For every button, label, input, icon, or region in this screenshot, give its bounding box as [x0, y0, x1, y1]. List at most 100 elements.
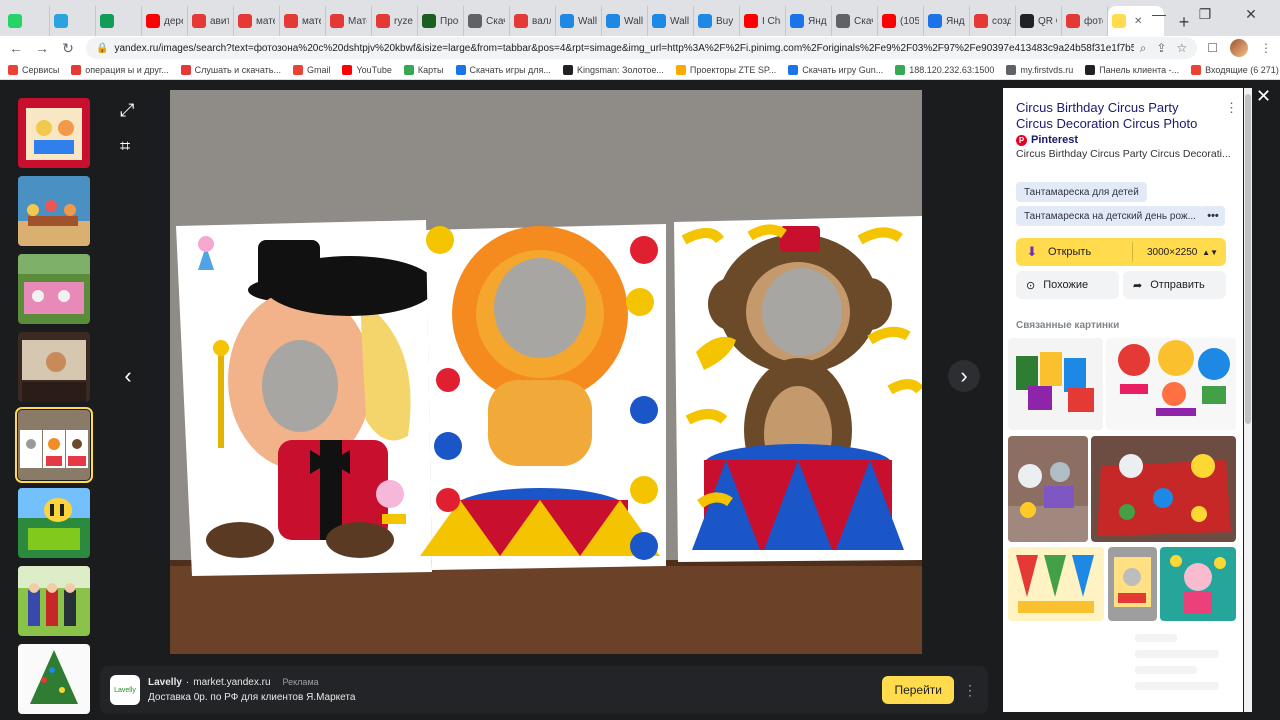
panel-scrollbar[interactable]: [1244, 88, 1252, 712]
related-image[interactable]: [1108, 547, 1157, 621]
close-window-icon[interactable]: ✕: [1228, 6, 1274, 23]
browser-tab[interactable]: Wall-: [602, 6, 648, 36]
related-image[interactable]: [1008, 547, 1104, 621]
tag-chip[interactable]: Тантамареска для детей: [1016, 182, 1147, 202]
thumbnail-selected[interactable]: [15, 407, 93, 483]
browser-tab[interactable]: [4, 6, 50, 36]
browser-tab[interactable]: ryzen: [372, 6, 418, 36]
bookmark-item[interactable]: Карты: [403, 64, 444, 75]
bookmark-item[interactable]: Панель клиента -...: [1085, 64, 1179, 75]
profile-avatar[interactable]: [1230, 39, 1248, 57]
browser-tab[interactable]: Wall-: [556, 6, 602, 36]
open-image-button[interactable]: ⬇ Открыть 3000×2250 ▲▼: [1016, 238, 1226, 266]
related-image[interactable]: [1008, 338, 1103, 430]
browser-tab[interactable]: QR C: [1016, 6, 1062, 36]
browser-tab[interactable]: фото: [1062, 6, 1108, 36]
thumbnail[interactable]: [18, 566, 90, 636]
tab-favicon-icon: [422, 14, 436, 28]
browser-tab[interactable]: Wall-: [648, 6, 694, 36]
browser-tab[interactable]: Мате: [326, 6, 372, 36]
more-tags-button[interactable]: •••: [1201, 206, 1225, 226]
tag-chip[interactable]: Тантамареска на детский день рож...: [1016, 206, 1204, 226]
bookmark-item[interactable]: 188.120.232.63:1500: [895, 64, 994, 75]
ad-banner[interactable]: Lavelly Lavelly · market.yandex.ru Рекла…: [100, 666, 988, 714]
bookmark-item[interactable]: my.firstvds.ru: [1006, 64, 1074, 75]
related-image[interactable]: [1091, 436, 1236, 542]
thumbnail[interactable]: [18, 254, 90, 324]
close-viewer-icon[interactable]: ✕: [1256, 86, 1271, 107]
browser-tab[interactable]: авит: [188, 6, 234, 36]
thumbnail[interactable]: [18, 98, 90, 168]
maximize-icon[interactable]: ❐: [1182, 6, 1228, 23]
browser-tab[interactable]: Скач: [832, 6, 878, 36]
thumbnail[interactable]: [18, 176, 90, 246]
related-image[interactable]: [1008, 436, 1088, 542]
tab-favicon-icon: [1020, 14, 1034, 28]
browser-tab[interactable]: Янде: [924, 6, 970, 36]
bookmark-star-icon[interactable]: ☆: [1176, 41, 1187, 56]
thumbnail[interactable]: [18, 644, 90, 714]
image-source[interactable]: P Pinterest: [1016, 134, 1078, 146]
related-image[interactable]: [1160, 547, 1236, 621]
ad-more-icon[interactable]: ⋮: [962, 682, 978, 699]
tab-title: Buy F: [716, 15, 735, 27]
image-title[interactable]: Circus Birthday Circus Party Circus Deco…: [1016, 100, 1216, 132]
browser-menu-icon[interactable]: ⋮: [1260, 41, 1272, 55]
back-icon[interactable]: ←: [8, 40, 24, 56]
bookmark-item[interactable]: YouTube: [342, 64, 392, 75]
browser-tab[interactable]: (105(: [878, 6, 924, 36]
search-icon[interactable]: ⌕: [1140, 41, 1147, 56]
bookmark-item[interactable]: операция ы и друг...: [71, 64, 169, 75]
thumbnail[interactable]: [18, 488, 90, 558]
browser-tab[interactable]: I Cha: [740, 6, 786, 36]
crop-icon[interactable]: ⌗: [120, 136, 130, 157]
bookmark-item[interactable]: Kingsman: Золотое...: [562, 64, 664, 75]
scrollbar-thumb[interactable]: [1245, 94, 1251, 424]
lock-icon[interactable]: 🔒: [96, 43, 108, 54]
tab-favicon-icon: [744, 14, 758, 28]
bookmark-item[interactable]: Скачать игры для...: [455, 64, 551, 75]
browser-tab[interactable]: [96, 6, 142, 36]
bookmark-label: my.firstvds.ru: [1020, 64, 1074, 75]
bookmark-favicon-icon: [1191, 64, 1202, 75]
bookmarks-bar: Сервисы операция ы и друг... Слушать и ска…: [0, 60, 1280, 80]
browser-tab[interactable]: Скач: [464, 6, 510, 36]
browser-tab[interactable]: мате: [234, 6, 280, 36]
thumbnail[interactable]: [18, 332, 90, 402]
size-caret-icon[interactable]: ▲▼: [1202, 248, 1218, 257]
window-controls: — ❐ ✕: [1136, 6, 1274, 23]
tab-favicon-icon: [652, 14, 666, 28]
browser-tab[interactable]: дере: [142, 6, 188, 36]
bookmark-item[interactable]: Сервисы: [8, 64, 59, 75]
address-bar[interactable]: 🔒 yandex.ru/images/search?text=фотозона%…: [86, 37, 1198, 59]
tab-favicon-icon: [1112, 14, 1126, 28]
size-select[interactable]: 3000×2250: [1147, 247, 1197, 258]
ad-go-button[interactable]: Перейти: [882, 676, 954, 704]
panel-menu-icon[interactable]: ⋮: [1225, 100, 1238, 116]
bookmark-item[interactable]: Входящие (6 271) -...: [1191, 64, 1280, 75]
forward-icon[interactable]: →: [34, 40, 50, 56]
minimize-icon[interactable]: —: [1136, 6, 1182, 23]
share-page-icon[interactable]: ⇪: [1156, 41, 1166, 56]
previous-image-button[interactable]: ‹: [112, 360, 144, 392]
browser-tab[interactable]: мате: [280, 6, 326, 36]
browser-tab[interactable]: [50, 6, 96, 36]
browser-tab[interactable]: созд: [970, 6, 1016, 36]
bookmark-item[interactable]: Скачать игру Gun...: [788, 64, 883, 75]
bookmark-item[interactable]: Проекторы ZTE SP...: [675, 64, 776, 75]
related-image[interactable]: [1106, 338, 1236, 430]
bookmark-favicon-icon: [71, 64, 82, 75]
browser-tab[interactable]: Buy F: [694, 6, 740, 36]
bookmark-item[interactable]: Слушать и скачать...: [180, 64, 281, 75]
browser-tab[interactable]: валл: [510, 6, 556, 36]
share-button[interactable]: ➦ Отправить: [1123, 271, 1226, 299]
sidepanel-icon[interactable]: ☐: [1207, 41, 1218, 55]
browser-tab[interactable]: Янде: [786, 6, 832, 36]
browser-tab[interactable]: Проц: [418, 6, 464, 36]
thumbnail-strip: [15, 98, 93, 714]
next-image-button[interactable]: ›: [948, 360, 980, 392]
similar-button[interactable]: ⊙ Похожие: [1016, 271, 1119, 299]
reload-icon[interactable]: ↻: [60, 40, 76, 57]
expand-icon[interactable]: ⤢: [120, 100, 134, 121]
bookmark-item[interactable]: Gmail: [292, 64, 330, 75]
